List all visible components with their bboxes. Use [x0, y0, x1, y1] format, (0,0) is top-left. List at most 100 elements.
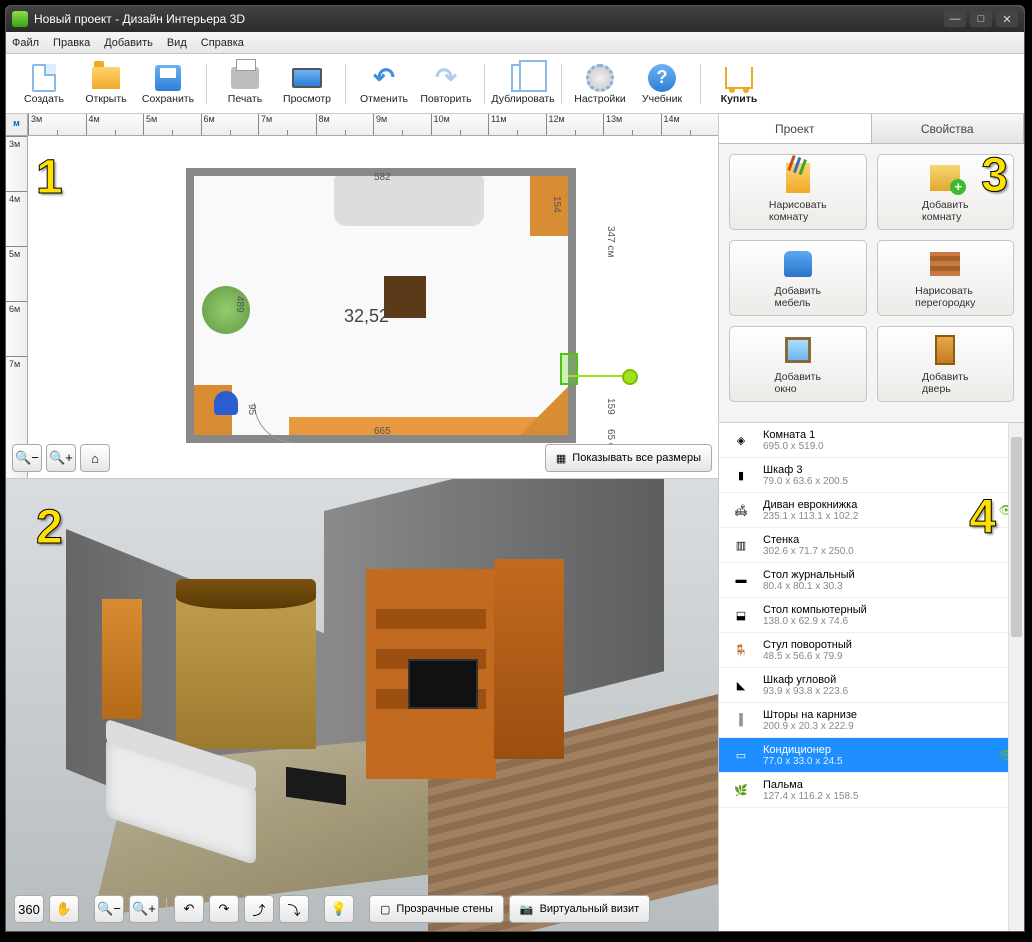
menu-edit[interactable]: Правка	[53, 37, 90, 49]
close-button[interactable]: ✕	[996, 11, 1018, 27]
list-item[interactable]: 🪑Стул поворотный48.5 x 56.6 x 79.9	[719, 633, 1024, 668]
cabinet-2d[interactable]	[530, 176, 568, 236]
list-item[interactable]: ◣Шкаф угловой93.9 x 93.8 x 223.6	[719, 668, 1024, 703]
show-all-sizes-button[interactable]: ▦Показывать все размеры	[545, 444, 712, 472]
add-door-button[interactable]: Добавитьдверь	[877, 326, 1015, 402]
dim-left: 489	[234, 296, 245, 313]
toolbar: Создать Открыть Сохранить Печать Просмот…	[6, 54, 1024, 114]
rotate-handle[interactable]	[622, 369, 638, 385]
dim-br: 154	[551, 196, 562, 213]
list-item[interactable]: ▮Шкаф 379.0 x 63.6 x 200.5	[719, 458, 1024, 493]
selected-object-handle[interactable]	[560, 353, 578, 385]
draw-partition-button[interactable]: Нарисоватьперегородку	[877, 240, 1015, 316]
list-item[interactable]: 🛋Диван еврокнижка235.1 x 113.1 x 102.2👁	[719, 493, 1024, 528]
object-icon: 🌿	[727, 777, 755, 803]
zoom-out-3d-button[interactable]: 🔍−	[94, 895, 124, 923]
open-button[interactable]: Открыть	[76, 56, 136, 112]
print-button[interactable]: Печать	[215, 56, 275, 112]
room-outline[interactable]: 32,52 582 489 665 95 154 347 см 159 65 с…	[186, 168, 576, 443]
floppy-icon	[155, 65, 181, 91]
duplicate-button[interactable]: Дублировать	[493, 56, 553, 112]
object-name: Кондиционер	[763, 744, 843, 756]
draw-room-button[interactable]: Нарисоватькомнату	[729, 154, 867, 230]
object-name: Шкаф 3	[763, 464, 848, 476]
tab-project[interactable]: Проект	[719, 114, 872, 143]
menu-add[interactable]: Добавить	[104, 37, 153, 49]
redo-icon: ↷	[430, 63, 462, 93]
rotate-360-button[interactable]: 360	[14, 895, 44, 923]
minimize-button[interactable]: —	[944, 11, 966, 27]
virtual-visit-button[interactable]: 📷Виртуальный визит	[509, 895, 650, 923]
menu-view[interactable]: Вид	[167, 37, 187, 49]
canvas-2d[interactable]: 32,52 582 489 665 95 154 347 см 159 65 с…	[28, 136, 718, 478]
list-item[interactable]: ▬Стол журнальный80.4 x 80.1 x 30.3	[719, 563, 1024, 598]
corner-cabinet-2d[interactable]	[520, 387, 568, 435]
add-room-icon	[930, 165, 960, 191]
rotate-left-button[interactable]: ↶	[174, 895, 204, 923]
maximize-button[interactable]: □	[970, 11, 992, 27]
object-icon: ◣	[727, 672, 755, 698]
list-item[interactable]: 🌿Пальма127.4 x 116.2 x 158.5	[719, 773, 1024, 808]
preview-button[interactable]: Просмотр	[277, 56, 337, 112]
add-window-button[interactable]: Добавитьокно	[729, 326, 867, 402]
rotate-right-button[interactable]: ↷	[209, 895, 239, 923]
add-room-button[interactable]: Добавитькомнату	[877, 154, 1015, 230]
camera-icon: 📷	[520, 903, 534, 916]
list-item[interactable]: ⬓Стол компьютерный138.0 x 62.9 x 74.6	[719, 598, 1024, 633]
pan-button[interactable]: ✋	[49, 895, 79, 923]
object-icon: 🛋	[727, 497, 755, 523]
object-dimensions: 77.0 x 33.0 x 24.5	[763, 756, 843, 767]
object-name: Стенка	[763, 534, 854, 546]
zoom-out-2d-button[interactable]: 🔍−	[12, 444, 42, 472]
window-title: Новый проект - Дизайн Интерьера 3D	[34, 12, 245, 26]
list-item[interactable]: ║Шторы на карнизе200.9 x 20.3 x 222.9	[719, 703, 1024, 738]
plan-view-2d[interactable]: м 3м4м5м6м7м8м9м10м11м12м13м14м 3м4м5м6м…	[6, 114, 718, 479]
list-item[interactable]: ▥Стенка302.6 x 71.7 x 250.0	[719, 528, 1024, 563]
redo-button[interactable]: ↷Повторить	[416, 56, 476, 112]
menu-file[interactable]: Файл	[12, 37, 39, 49]
object-dimensions: 200.9 x 20.3 x 222.9	[763, 721, 857, 732]
object-icon: ║	[727, 707, 755, 733]
wall-icon: ▢	[380, 903, 390, 916]
save-button[interactable]: Сохранить	[138, 56, 198, 112]
table-2d[interactable]	[384, 276, 426, 318]
light-button[interactable]: 💡	[324, 895, 354, 923]
object-list[interactable]: ◈Комната 1695.0 x 519.0▮Шкаф 379.0 x 63.…	[719, 422, 1024, 931]
brick-wall-icon	[930, 252, 960, 276]
corner-cabinet-3d[interactable]	[494, 559, 564, 759]
buy-button[interactable]: Купить	[709, 56, 769, 112]
dim-height: 347 см	[605, 226, 616, 257]
ruler-horizontal: 3м4м5м6м7м8м9м10м11м12м13м14м	[28, 114, 718, 136]
render-view-3d[interactable]: 360 ✋ 🔍− 🔍+ ↶ ↷ ⤴ ⤵ 💡 ▢Прозрачные стены …	[6, 479, 718, 931]
wallunit-2d[interactable]	[289, 417, 539, 435]
new-file-icon	[32, 64, 56, 92]
scrollbar-thumb[interactable]	[1011, 437, 1022, 637]
menu-help[interactable]: Справка	[201, 37, 244, 49]
add-furniture-button[interactable]: Добавитьмебель	[729, 240, 867, 316]
armchair-icon	[784, 251, 812, 277]
door-2d[interactable]	[254, 403, 294, 443]
chair-2d[interactable]	[214, 391, 238, 415]
tilt-up-button[interactable]: ⤴	[244, 895, 274, 923]
object-dimensions: 79.0 x 63.6 x 200.5	[763, 476, 848, 487]
zoom-in-2d-button[interactable]: 🔍+	[46, 444, 76, 472]
scrollbar[interactable]	[1008, 423, 1024, 931]
sofa-2d[interactable]	[334, 176, 484, 226]
transparent-walls-button[interactable]: ▢Прозрачные стены	[369, 895, 504, 923]
list-item[interactable]: ▭Кондиционер77.0 x 33.0 x 24.5👁	[719, 738, 1024, 773]
dim-top: 582	[374, 172, 391, 183]
object-icon: ⬓	[727, 602, 755, 628]
zoom-in-3d-button[interactable]: 🔍+	[129, 895, 159, 923]
tilt-down-button[interactable]: ⤵	[279, 895, 309, 923]
undo-button[interactable]: ↶Отменить	[354, 56, 414, 112]
tv-3d[interactable]	[408, 659, 478, 709]
new-button[interactable]: Создать	[14, 56, 74, 112]
curtain-3d[interactable]	[176, 579, 316, 749]
tutorial-button[interactable]: ?Учебник	[632, 56, 692, 112]
settings-button[interactable]: Настройки	[570, 56, 630, 112]
cabinet-3d[interactable]	[102, 599, 142, 719]
list-item[interactable]: ◈Комната 1695.0 x 519.0	[719, 423, 1024, 458]
home-2d-button[interactable]: ⌂	[80, 444, 110, 472]
dim-bottom: 665	[374, 426, 391, 437]
tab-properties[interactable]: Свойства	[872, 114, 1025, 143]
